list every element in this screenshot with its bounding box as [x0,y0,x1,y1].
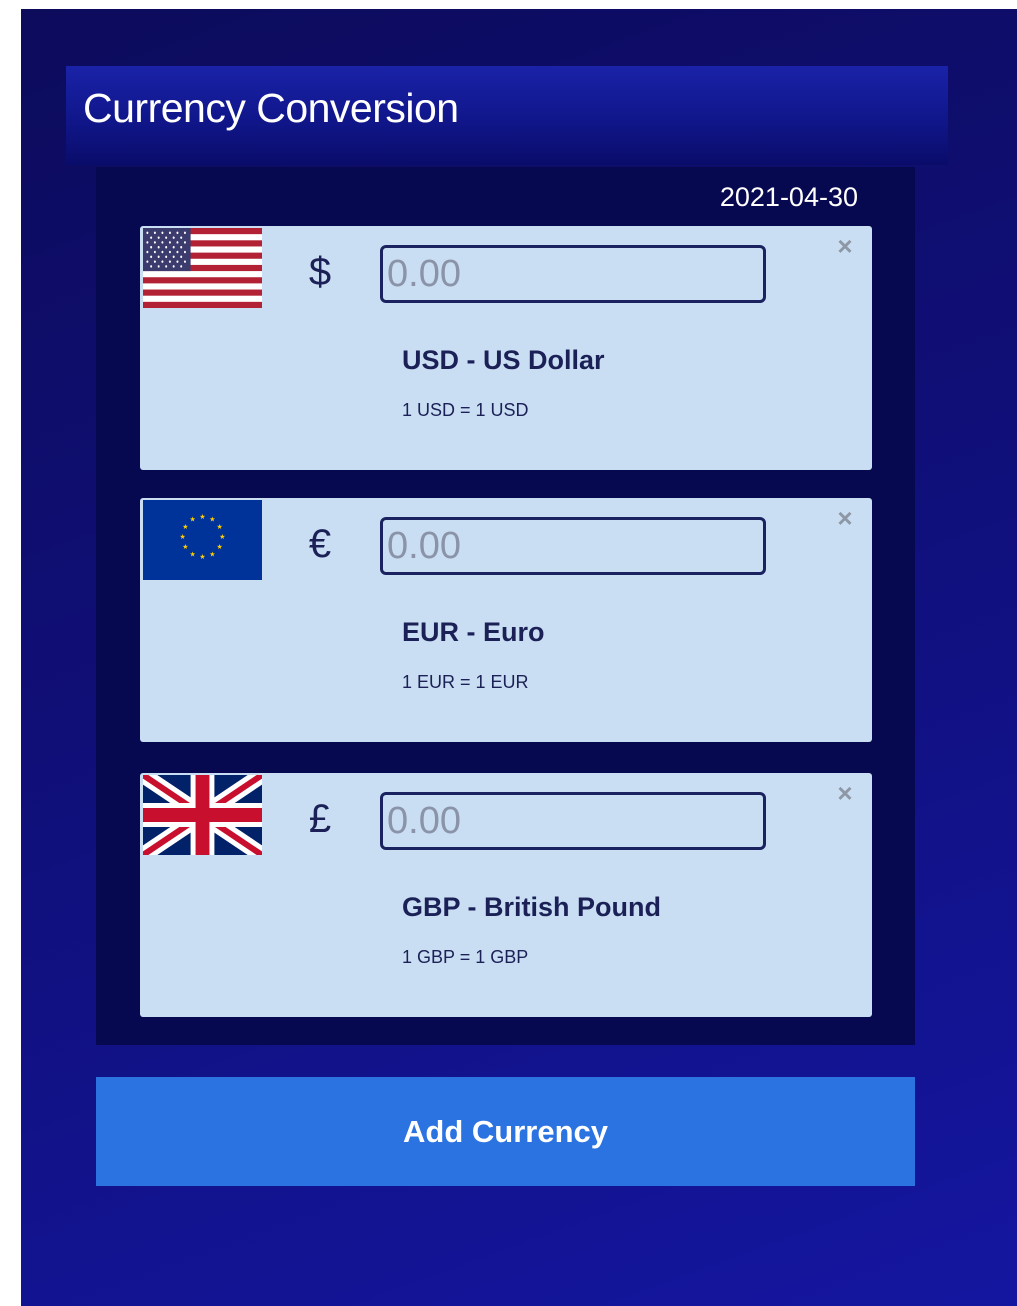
currency-symbol: $ [308,250,332,294]
us-flag-icon [143,228,262,308]
currency-symbol: € [308,522,332,566]
currency-symbol: £ [308,797,332,841]
svg-text:★: ★ [217,523,223,531]
svg-text:★: ★ [219,533,225,541]
currency-rate: 1 USD = 1 USD [402,400,529,420]
svg-text:★: ★ [180,533,186,541]
remove-gbp-close-icon[interactable]: × [833,780,857,806]
svg-text:★: ★ [199,553,205,561]
svg-text:★: ★ [199,513,205,521]
currency-rate: 1 EUR = 1 EUR [402,672,529,692]
svg-text:★: ★ [209,516,215,524]
currency-card-gbp: £ × GBP - British Pound 1 GBP = 1 GBP [140,773,872,1017]
svg-text:★: ★ [182,523,188,531]
svg-text:★: ★ [217,543,223,551]
page-header: Currency Conversion [66,66,948,165]
usd-amount-input[interactable] [380,245,766,303]
eur-amount-input[interactable] [380,517,766,575]
svg-text:★: ★ [209,550,215,558]
rates-date: 2021-04-30 [719,182,858,212]
svg-text:★: ★ [189,550,195,558]
app-window: Currency Conversion 2021-04-30 $ 0.00 × … [21,9,1017,1306]
add-currency-button[interactable]: Add Currency [96,1077,915,1186]
remove-usd-close-icon[interactable]: × [833,233,857,259]
currency-card-eur: ★ ★ ★ ★ ★ ★ ★ ★ ★ ★ ★ ★ € 0.00 × EUR - E… [140,498,872,742]
currency-card-usd: $ × USD - US Dollar 1 USD = 1 USD [140,226,872,470]
remove-eur-close-icon[interactable]: × [833,505,857,531]
currency-name: GBP - British Pound [402,892,662,922]
eu-flag-icon: ★ ★ ★ ★ ★ ★ ★ ★ ★ ★ ★ ★ [143,500,262,580]
gbp-amount-input[interactable] [380,792,766,850]
currency-name: USD - US Dollar [402,345,605,375]
svg-text:★: ★ [182,543,188,551]
currency-panel: 2021-04-30 $ 0.00 × USD - US Dollar 1 US… [96,167,915,1045]
page-title: Currency Conversion [83,85,459,131]
currency-name: EUR - Euro [402,617,545,647]
svg-text:★: ★ [189,516,195,524]
currency-rate: 1 GBP = 1 GBP [402,947,529,967]
uk-flag-icon [143,775,262,855]
